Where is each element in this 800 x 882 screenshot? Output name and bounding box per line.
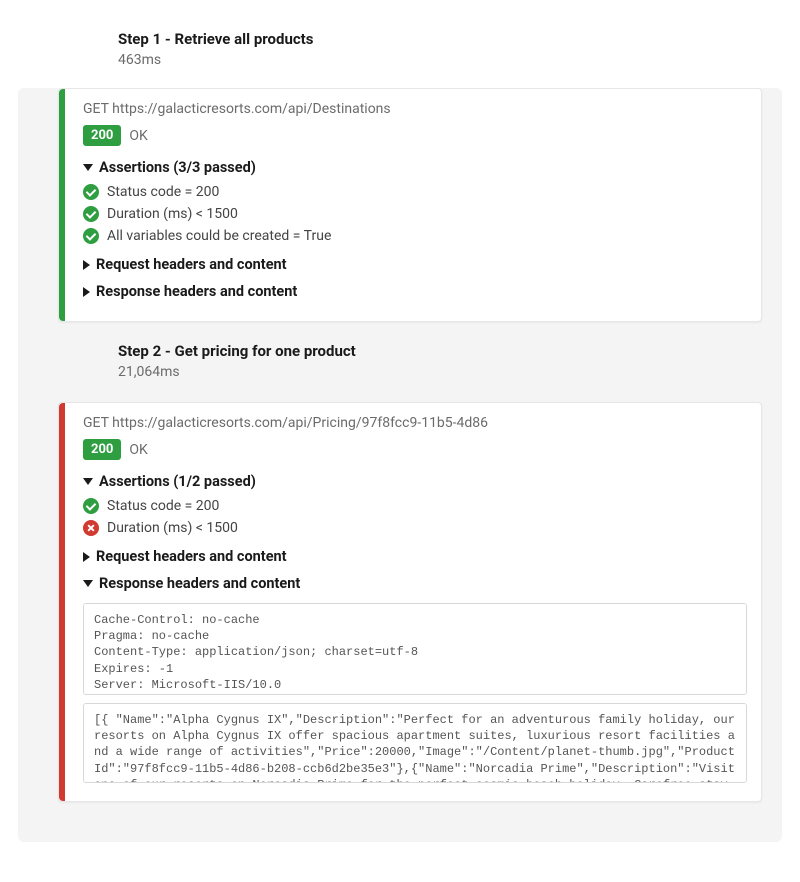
response-headers-label: Response headers and content — [99, 575, 300, 592]
response-body-content[interactable]: [{ "Name":"Alpha Cygnus IX","Description… — [83, 703, 747, 783]
assertion-text: Duration (ms) < 1500 — [107, 206, 238, 222]
status-text: OK — [129, 442, 147, 458]
request-line: GET https://galacticresorts.com/api/Pric… — [83, 415, 747, 431]
assertion-text: Duration (ms) < 1500 — [107, 520, 238, 536]
step-duration: 21,064ms — [118, 364, 762, 380]
response-headers-toggle[interactable]: Response headers and content — [83, 280, 747, 303]
chevron-right-icon — [83, 287, 90, 297]
request-headers-label: Request headers and content — [96, 256, 287, 273]
request-headers-toggle[interactable]: Request headers and content — [83, 253, 747, 276]
request-line: GET https://galacticresorts.com/api/Dest… — [83, 101, 747, 117]
response-headers-toggle[interactable]: Response headers and content — [83, 572, 747, 595]
check-icon — [83, 498, 99, 514]
assertion-list: Status code = 200 Duration (ms) < 1500 A… — [83, 181, 747, 247]
assertion-text: All variables could be created = True — [107, 228, 331, 244]
assertion-list: Status code = 200 Duration (ms) < 1500 — [83, 495, 747, 539]
check-icon — [83, 228, 99, 244]
assertion-row: Duration (ms) < 1500 — [83, 203, 747, 225]
assertion-row: All variables could be created = True — [83, 225, 747, 247]
step-card: GET https://galacticresorts.com/api/Pric… — [58, 402, 762, 802]
assertions-toggle[interactable]: Assertions (1/2 passed) — [83, 470, 747, 493]
status-code-badge: 200 — [83, 439, 121, 460]
chevron-right-icon — [83, 552, 90, 562]
assertions-toggle[interactable]: Assertions (3/3 passed) — [83, 156, 747, 179]
cross-icon — [83, 520, 99, 536]
assertion-text: Status code = 200 — [107, 184, 219, 200]
step-duration: 463ms — [118, 52, 782, 68]
status-row: 200 OK — [83, 125, 747, 146]
status-code-badge: 200 — [83, 125, 121, 146]
response-headers-content[interactable]: Cache-Control: no-cache Pragma: no-cache… — [83, 603, 747, 695]
chevron-right-icon — [83, 260, 90, 270]
check-icon — [83, 184, 99, 200]
response-headers-label: Response headers and content — [96, 283, 297, 300]
assertions-label: Assertions (1/2 passed) — [99, 473, 256, 490]
status-text: OK — [129, 128, 147, 144]
assertion-row: Duration (ms) < 1500 — [83, 517, 747, 539]
chevron-down-icon — [83, 478, 93, 485]
step-title: Step 1 - Retrieve all products — [118, 30, 782, 48]
assertion-row: Status code = 200 — [83, 495, 747, 517]
chevron-down-icon — [83, 164, 93, 171]
request-headers-label: Request headers and content — [96, 548, 287, 565]
step-card: GET https://galacticresorts.com/api/Dest… — [58, 88, 762, 322]
results-container: GET https://galacticresorts.com/api/Dest… — [18, 88, 782, 842]
status-row: 200 OK — [83, 439, 747, 460]
assertion-row: Status code = 200 — [83, 181, 747, 203]
assertion-text: Status code = 200 — [107, 498, 219, 514]
check-icon — [83, 206, 99, 222]
step-title: Step 2 - Get pricing for one product — [118, 342, 762, 360]
request-headers-toggle[interactable]: Request headers and content — [83, 545, 747, 568]
assertions-label: Assertions (3/3 passed) — [99, 159, 256, 176]
chevron-down-icon — [83, 580, 93, 587]
